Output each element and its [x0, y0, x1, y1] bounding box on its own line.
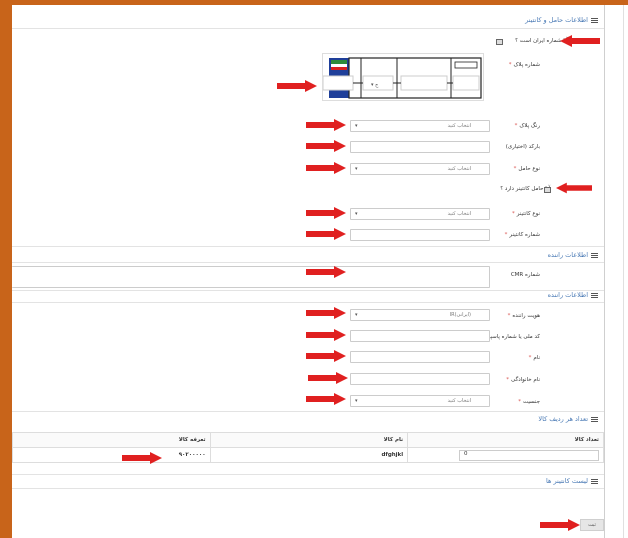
divider	[12, 488, 604, 489]
gender-label: جنسیت*	[518, 399, 540, 405]
red-arrow-icon	[306, 119, 346, 131]
driver-identity-label: هویت راننده*	[507, 313, 540, 319]
has-container-question: آیا حامل کانتینر دارد ؟	[500, 186, 550, 192]
section-title-driver: اطلاعات راننده	[548, 291, 598, 299]
divider	[12, 302, 604, 303]
carrier-type-label: نوع حامل*	[513, 166, 540, 172]
right-rule	[604, 5, 605, 538]
plate-number-label: شماره پلاک*	[508, 62, 540, 68]
red-arrow-icon	[306, 266, 346, 278]
goods-count-input[interactable]: 0	[459, 449, 599, 461]
red-arrow-icon	[306, 228, 346, 240]
divider	[12, 246, 604, 247]
cmr-input[interactable]	[12, 266, 490, 288]
red-arrow-icon	[306, 329, 346, 341]
dropdown-caret-icon: ▾	[355, 211, 358, 217]
container-number-label: شماره کانتینر*	[504, 232, 540, 238]
menu-bars-icon	[591, 416, 598, 422]
container-number-input[interactable]	[350, 229, 490, 241]
column-header: تعداد کالا	[407, 432, 604, 448]
red-arrow-icon	[306, 393, 346, 405]
dropdown-caret-icon: ▾	[355, 166, 358, 172]
menu-bars-icon	[591, 17, 598, 23]
top-border	[0, 0, 628, 5]
divider	[12, 262, 604, 263]
divider	[12, 411, 604, 412]
red-arrow-icon	[308, 372, 348, 384]
menu-bars-icon	[591, 292, 598, 298]
page-frame: اطلاعات حامل و کانتینر آیا شماره ایران ا…	[0, 0, 628, 538]
red-arrow-icon	[306, 162, 346, 174]
red-arrow-icon	[306, 350, 346, 362]
red-arrow-icon	[122, 452, 162, 464]
right-rule-outer	[623, 5, 624, 538]
divider	[12, 290, 604, 291]
dropdown-caret-icon: ▾	[355, 123, 358, 129]
carrier-type-select[interactable]: انتخاب کنید ▾	[350, 163, 490, 175]
submit-button[interactable]: ثبت	[580, 519, 604, 531]
plate-color-select[interactable]: انتخاب کنید ▾	[350, 120, 490, 132]
gender-select[interactable]: انتخاب کنید ▾	[350, 395, 490, 407]
table-row: ۹۰۲۰۰۰۰۰ dfghjkl 0	[12, 447, 604, 463]
red-arrow-icon	[560, 35, 600, 47]
tariff-cell: ۹۰۲۰۰۰۰۰	[12, 447, 211, 463]
red-arrow-icon	[277, 80, 317, 92]
cmr-label: شماره CMR	[510, 272, 540, 278]
goods-table: تعرفه کالا نام کالا تعداد کالا ۹۰۲۰۰۰۰۰ …	[12, 432, 604, 463]
red-arrow-icon	[306, 207, 346, 219]
red-arrow-icon	[306, 307, 346, 319]
red-arrow-icon	[556, 182, 592, 194]
red-arrow-icon	[540, 519, 580, 531]
left-border	[0, 0, 12, 538]
barcode-label: بارکد (اختیاری)	[505, 144, 540, 150]
red-arrow-icon	[306, 140, 346, 152]
goods-count-cell: 0	[407, 447, 604, 463]
table-header-row: تعرفه کالا نام کالا تعداد کالا	[12, 432, 604, 448]
barcode-input[interactable]	[350, 141, 490, 153]
section-title-goods: تعداد هر ردیف کالا	[538, 415, 598, 423]
first-name-label: نام*	[528, 355, 540, 361]
driver-identity-select[interactable]: (ایرانی)IR ▾	[350, 309, 490, 321]
menu-bars-icon	[591, 252, 598, 258]
goods-name-cell: dfghjkl	[209, 447, 409, 463]
menu-bars-icon	[591, 478, 598, 484]
section-title-driver-cmr: اطلاعات راننده	[548, 251, 598, 259]
last-name-label: نام خانوادگی*	[506, 377, 540, 383]
container-type-label: نوع کانتینر*	[512, 211, 540, 217]
dropdown-caret-icon: ▾	[355, 312, 358, 318]
iran-plate-checkbox[interactable]	[496, 39, 503, 45]
section-title-containers: لیست کانتینر ها	[546, 477, 598, 485]
dropdown-caret-icon: ▾	[355, 398, 358, 404]
section-title-vehicle: اطلاعات حامل و کانتینر	[525, 16, 598, 24]
first-name-input[interactable]	[350, 351, 490, 363]
national-code-input[interactable]	[350, 330, 490, 342]
plate-color-label: رنگ پلاک*	[514, 123, 540, 129]
plate-graphic: ▾ ج	[322, 57, 482, 99]
divider	[12, 474, 604, 475]
plate-number-widget[interactable]: ▾ ج	[322, 53, 484, 101]
last-name-input[interactable]	[350, 373, 490, 385]
divider	[12, 28, 604, 29]
has-container-checkbox[interactable]	[544, 187, 551, 193]
svg-text:▾ ج: ▾ ج	[371, 82, 379, 88]
column-header: نام کالا	[209, 432, 409, 448]
column-header: تعرفه کالا	[12, 432, 211, 448]
container-type-select[interactable]: انتخاب کنید ▾	[350, 208, 490, 220]
